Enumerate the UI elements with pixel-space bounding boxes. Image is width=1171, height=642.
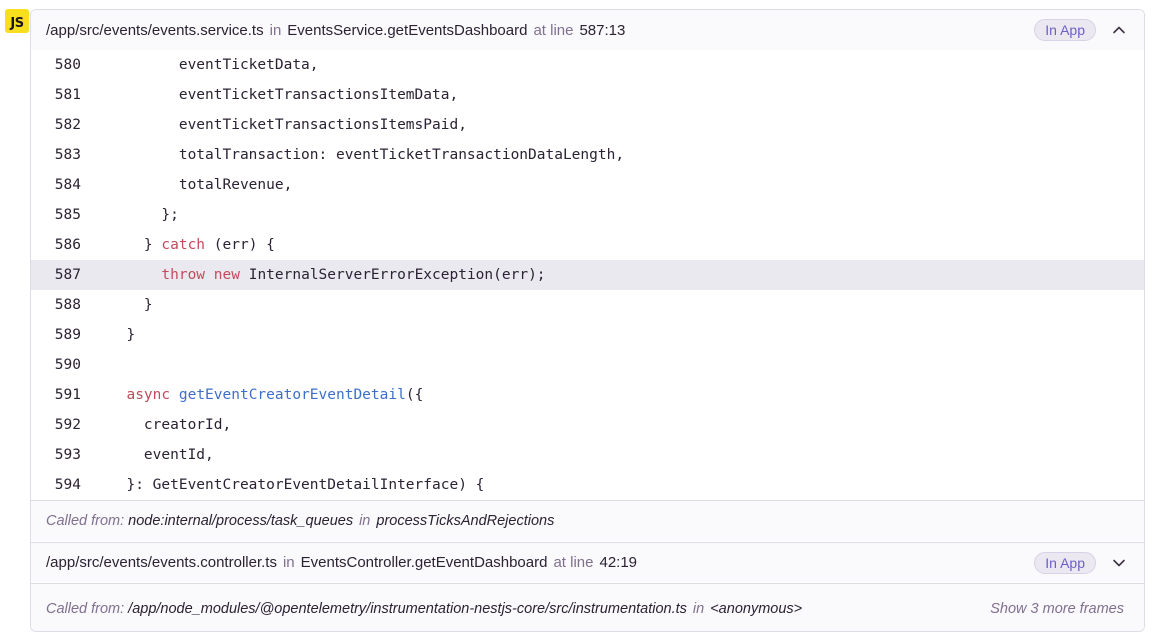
code-line: 590 [31,350,1144,380]
frame-line-col: 587:13 [579,21,626,39]
line-number: 583 [54,147,81,163]
line-number: 590 [54,357,81,373]
line-number: 587 [54,267,81,283]
in-app-badge: In App [1034,552,1096,574]
line-number: 580 [54,57,81,73]
code-line: 593 eventId, [31,440,1144,470]
chevron-down-icon[interactable] [1112,556,1126,570]
line-number: 594 [54,477,81,493]
called-from-function: processTicksAndRejections [376,513,555,529]
code-line: 581 eventTicketTransactionsItemData, [31,80,1144,110]
frame-in-text: in [282,554,295,571]
line-number: 585 [54,207,81,223]
chevron-up-icon[interactable] [1112,23,1126,37]
code-line: 584 totalRevenue, [31,170,1144,200]
show-more-frames-button[interactable]: Show 3 more frames [990,601,1124,617]
code-line: 583 totalTransaction: eventTicketTransac… [31,140,1144,170]
stack-frame-header[interactable]: /app/src/events/events.service.ts in Eve… [31,10,1144,50]
line-code: }; [109,207,179,223]
code-line: 589 } [31,320,1144,350]
line-number: 589 [54,327,81,343]
called-from-in-text: in [692,600,705,617]
called-from-in-text: in [359,513,371,529]
line-code: eventId, [109,447,214,463]
code-line: 585 }; [31,200,1144,230]
called-from-row: Called from: /app/node_modules/@opentele… [31,583,1144,631]
frame-filename: /app/src/events/events.service.ts [46,21,264,39]
line-code: totalRevenue, [109,177,293,193]
javascript-platform-icon: JS [5,9,29,33]
in-app-badge: In App [1034,19,1096,41]
line-code: totalTransaction: eventTicketTransaction… [109,147,625,163]
code-line: 591 async getEventCreatorEventDetail({ [31,380,1144,410]
code-line: 588 } [31,290,1144,320]
line-number: 593 [54,447,81,463]
line-code: eventTicketTransactionsItemsPaid, [109,117,467,133]
called-from-function: <anonymous> [710,600,803,617]
line-code: } catch (err) { [109,237,275,253]
line-number: 582 [54,117,81,133]
called-from-location: /app/node_modules/@opentelemetry/instrum… [128,600,687,617]
code-line: 587 throw new InternalServerErrorExcepti… [31,260,1144,290]
frame-at-line-label: at line [553,554,594,571]
code-line: 580 eventTicketData, [31,50,1144,80]
frame-filename: /app/src/events/events.controller.ts [46,554,277,571]
frame-at-line-label: at line [533,21,574,39]
line-number: 586 [54,237,81,253]
line-number: 592 [54,417,81,433]
line-code: }: GetEventCreatorEventDetailInterface) … [109,477,485,493]
code-line: 592 creatorId, [31,410,1144,440]
line-code: } [109,297,153,313]
line-number: 581 [54,87,81,103]
frame-in-text: in [269,21,282,39]
stack-trace-panel: /app/src/events/events.service.ts in Eve… [30,9,1145,632]
frame-function: EventsController.getEventDashboard [300,554,548,571]
line-code: eventTicketData, [109,57,319,73]
line-code: async getEventCreatorEventDetail({ [126,387,424,403]
code-context: 580 eventTicketData, 581 eventTicketTrans… [31,50,1144,500]
line-code: eventTicketTransactionsItemData, [109,87,459,103]
line-number: 588 [54,297,81,313]
code-line: 594 }: GetEventCreatorEventDetailInterfa… [31,470,1144,500]
frame-function: EventsService.getEventsDashboard [287,21,528,39]
called-from-location: node:internal/process/task_queues [128,513,354,529]
line-code: } [109,327,136,343]
called-from-label: Called from: [46,513,125,529]
stack-frame-header[interactable]: /app/src/events/events.controller.ts in … [31,542,1144,582]
line-number: 591 [54,387,81,403]
frame-line-col: 42:19 [599,554,638,571]
code-line: 586 } catch (err) { [31,230,1144,260]
called-from-row: Called from: node:internal/process/task_… [31,500,1144,541]
line-code: throw new InternalServerErrorException(e… [161,267,546,283]
called-from-label: Called from: [46,600,125,617]
line-number: 584 [54,177,81,193]
code-line: 582 eventTicketTransactionsItemsPaid, [31,110,1144,140]
line-code: creatorId, [109,417,232,433]
